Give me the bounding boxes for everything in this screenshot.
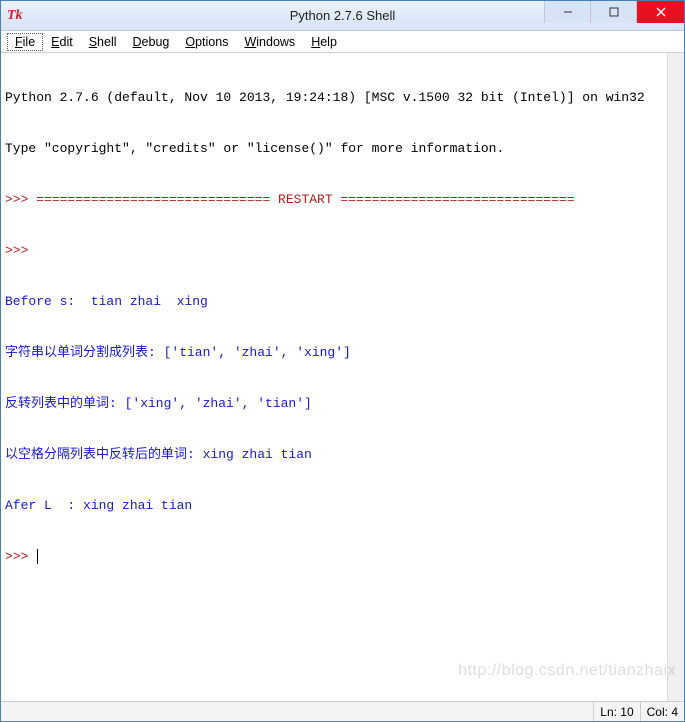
prompt-current: >>> (5, 548, 680, 565)
status-line: Ln: 10 (593, 702, 639, 721)
close-button[interactable] (636, 1, 684, 23)
banner-line: Type "copyright", "credits" or "license(… (5, 140, 680, 157)
vertical-scrollbar[interactable] (667, 53, 684, 701)
app-window: Tk Python 2.7.6 Shell File Edit Shell De… (0, 0, 685, 722)
shell-content[interactable]: Python 2.7.6 (default, Nov 10 2013, 19:2… (1, 53, 684, 701)
minimize-icon (563, 7, 573, 17)
output-line: 反转列表中的单词: ['xing', 'zhai', 'tian'] (5, 395, 680, 412)
menu-shell[interactable]: Shell (81, 33, 125, 51)
minimize-button[interactable] (544, 1, 590, 23)
status-col: Col: 4 (640, 702, 684, 721)
statusbar: Ln: 10 Col: 4 (1, 701, 684, 721)
output-line: 字符串以单词分割成列表: ['tian', 'zhai', 'xing'] (5, 344, 680, 361)
watermark-text: http://blog.csdn.net/tianzhaix (458, 662, 676, 679)
prompt-line: >>> (5, 242, 680, 259)
menu-debug[interactable]: Debug (125, 33, 178, 51)
menu-file[interactable]: File (7, 33, 43, 51)
output-line: 以空格分隔列表中反转后的单词: xing zhai tian (5, 446, 680, 463)
app-icon: Tk (7, 8, 23, 24)
output-line: Afer L : xing zhai tian (5, 497, 680, 514)
menu-options[interactable]: Options (177, 33, 236, 51)
titlebar: Tk Python 2.7.6 Shell (1, 1, 684, 31)
close-icon (656, 7, 666, 17)
maximize-icon (609, 7, 619, 17)
menu-windows[interactable]: Windows (236, 33, 303, 51)
menubar: File Edit Shell Debug Options Windows He… (1, 31, 684, 53)
text-cursor (37, 549, 38, 564)
restart-line: >>> ============================== RESTA… (5, 191, 680, 208)
maximize-button[interactable] (590, 1, 636, 23)
banner-line: Python 2.7.6 (default, Nov 10 2013, 19:2… (5, 89, 680, 106)
window-controls (544, 1, 684, 23)
menu-help[interactable]: Help (303, 33, 345, 51)
output-line: Before s: tian zhai xing (5, 293, 680, 310)
menu-edit[interactable]: Edit (43, 33, 81, 51)
